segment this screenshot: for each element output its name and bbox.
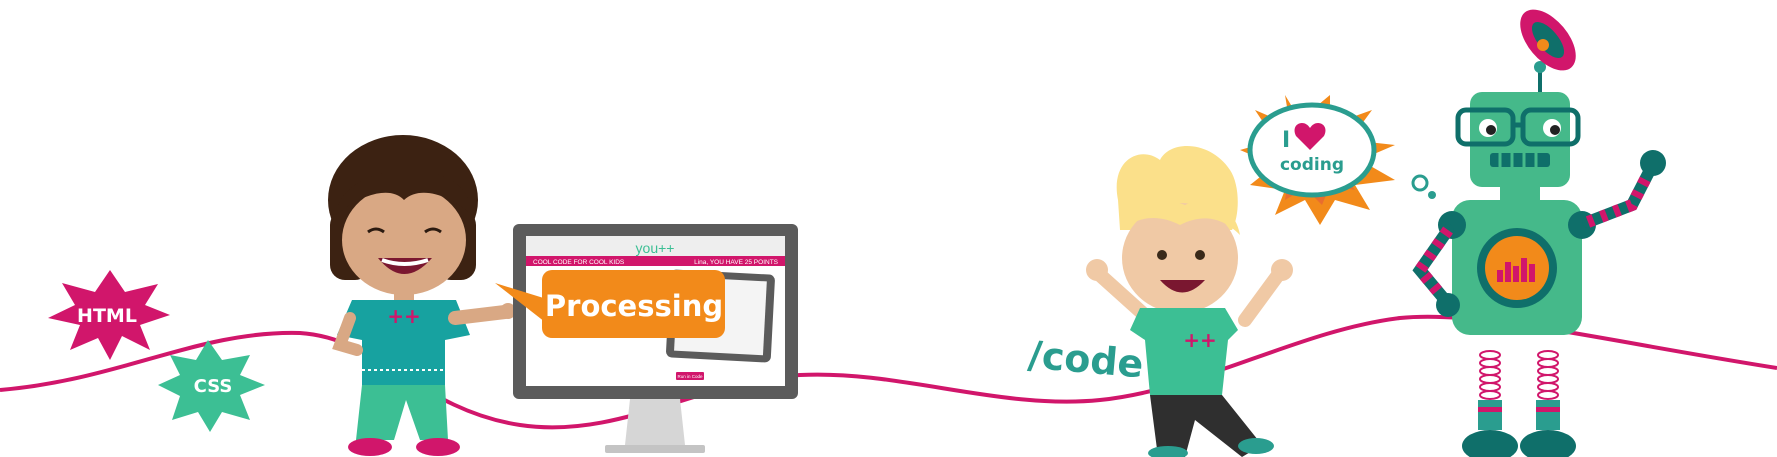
boy-character: ++ [1086, 146, 1293, 457]
html-badge-label: HTML [77, 305, 137, 327]
monitor-button-label: Run in Code [677, 374, 703, 379]
thought-line2: coding [1280, 155, 1344, 175]
code-label: /code [1026, 333, 1145, 387]
css-badge-label: CSS [194, 376, 233, 397]
robot-character [1412, 9, 1666, 457]
monitor-nav-right: Lina, YOU HAVE 25 POINTS [694, 259, 779, 266]
monitor: you++ COOL CODE FOR COOL KIDS Lina, YOU … [513, 224, 798, 453]
girl-shirt-text: ++ [387, 304, 421, 328]
robot-legs [1479, 350, 1559, 400]
processing-label: Processing [545, 289, 723, 323]
girl-character: ++ [328, 135, 516, 456]
monitor-logo: you++ [636, 240, 675, 256]
boy-shirt-text: ++ [1183, 328, 1217, 352]
thought-line1: I [1282, 128, 1290, 153]
monitor-nav-left: COOL CODE FOR COOL KIDS [533, 259, 625, 266]
html-badge: HTML [48, 270, 170, 360]
scene-illustration: HTML CSS ++ you++ COOL CODE FOR COOL KID… [0, 9, 1777, 457]
robot-thought-bubble: I coding [1240, 95, 1436, 225]
